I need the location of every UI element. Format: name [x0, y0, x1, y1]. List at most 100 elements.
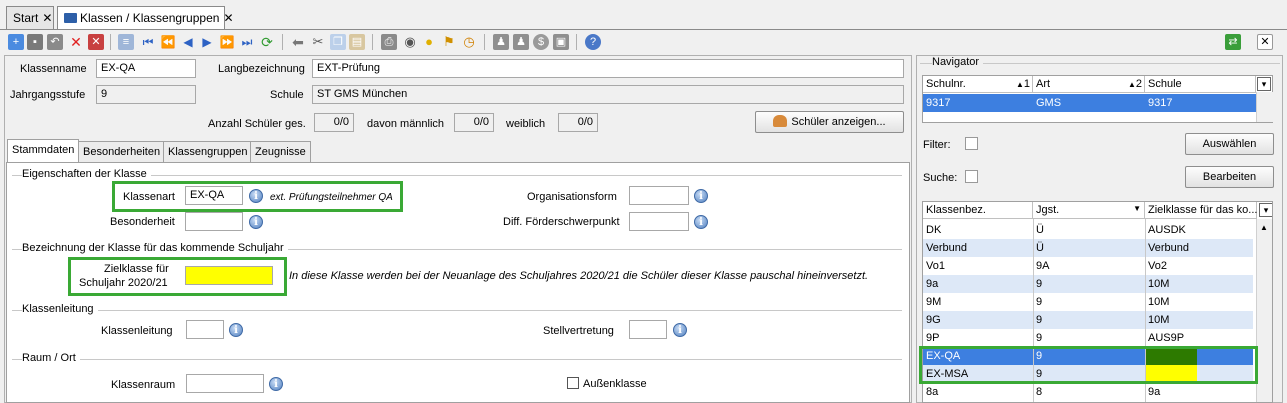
table-row[interactable]: 9M 9 10M: [923, 293, 1253, 311]
cut-icon[interactable]: ✂: [310, 34, 326, 50]
table-row[interactable]: 8a 8 9a: [923, 383, 1253, 401]
export-icon[interactable]: ▣: [553, 34, 569, 50]
tab-start-label: Start: [13, 11, 39, 25]
sync-icon[interactable]: ⇄: [1225, 34, 1241, 50]
prev-icon[interactable]: ◀: [180, 34, 196, 50]
users2-icon[interactable]: ♟: [513, 34, 529, 50]
table-row[interactable]: 9317 GMS 9317: [923, 94, 1257, 112]
header-zielklasse[interactable]: Zielklasse für das ko...: [1145, 202, 1257, 219]
tab-start[interactable]: Start ✕: [6, 6, 54, 29]
zielklasse-input[interactable]: [185, 266, 273, 285]
cell: 9a: [1148, 386, 1161, 398]
tab-klassengruppen[interactable]: Klassengruppen: [163, 141, 253, 162]
header-art[interactable]: Art ▲2: [1033, 76, 1145, 93]
help-icon[interactable]: ?: [585, 34, 601, 50]
next-icon[interactable]: ▶: [199, 34, 215, 50]
delete-icon[interactable]: ✕: [68, 34, 84, 50]
users-icon[interactable]: ♟: [493, 34, 509, 50]
filter-checkbox[interactable]: [965, 137, 978, 150]
info-icon[interactable]: i: [249, 215, 263, 229]
besonderheit-input[interactable]: [185, 212, 243, 231]
coin-icon[interactable]: $: [533, 34, 549, 50]
klassenname-input[interactable]: EX-QA: [96, 59, 196, 78]
navigator-title: Navigator: [932, 56, 984, 68]
cell: 9317: [1148, 97, 1173, 109]
scrollbar[interactable]: ▲: [1256, 219, 1272, 402]
besonderheit-label: Besonderheit: [110, 216, 175, 228]
preview-icon[interactable]: ◉: [402, 34, 418, 50]
tabstrip-line: [0, 29, 1287, 30]
new-icon[interactable]: +: [8, 34, 24, 50]
save-icon[interactable]: ▪: [27, 34, 43, 50]
tab-zeugnisse[interactable]: Zeugnisse: [250, 141, 311, 162]
prev-page-icon[interactable]: ⏪: [160, 34, 176, 50]
table-row[interactable]: Vo1 9A Vo2: [923, 257, 1253, 275]
last-icon[interactable]: ⏭: [239, 34, 255, 50]
info-icon[interactable]: i: [694, 189, 708, 203]
info-icon[interactable]: i: [229, 323, 243, 337]
header-schulnr[interactable]: Schulnr. ▲1: [923, 76, 1033, 93]
next-page-icon[interactable]: ⏩: [219, 34, 235, 50]
tab-klassen[interactable]: Klassen / Klassengruppen ✕: [57, 6, 234, 30]
close-icon[interactable]: ✕: [223, 11, 233, 25]
cell: DK: [926, 224, 942, 236]
sort-desc-icon: ▼: [1133, 204, 1141, 213]
clock-icon[interactable]: ◷: [461, 34, 477, 50]
info-icon[interactable]: i: [694, 215, 708, 229]
tab-zeugnisse-label: Zeugnisse: [255, 146, 306, 158]
table-row[interactable]: 9a 9 10M: [923, 275, 1253, 293]
header-klassenbez[interactable]: Klassenbez.: [923, 202, 1033, 219]
maennlich-value: 0/0: [454, 113, 494, 132]
table-row[interactable]: DK Ü AUSDK: [923, 221, 1253, 239]
klassenleitung-label: Klassenleitung: [101, 325, 173, 337]
klassenleitung-input[interactable]: [186, 320, 224, 339]
paste-icon[interactable]: ▤: [349, 34, 365, 50]
auswaehlen-button[interactable]: Auswählen: [1185, 133, 1274, 155]
organisationsform-input[interactable]: [629, 186, 689, 205]
list-icon[interactable]: ≡: [118, 34, 134, 50]
scrollbar[interactable]: [1256, 92, 1273, 122]
print-icon[interactable]: ⎙: [381, 34, 397, 50]
tab-stammdaten[interactable]: Stammdaten: [7, 139, 80, 163]
sort-asc-icon: ▲1: [1015, 78, 1030, 90]
close-icon[interactable]: ✕: [42, 11, 52, 25]
langbezeichnung-input[interactable]: EXT-Prüfung: [312, 59, 904, 78]
broom-icon[interactable]: ⚑: [441, 34, 457, 50]
refresh-icon[interactable]: ⟳: [259, 34, 275, 50]
delete-all-icon[interactable]: ✕: [88, 34, 104, 50]
tab-besonderheiten[interactable]: Besonderheiten: [78, 141, 166, 162]
jahrgangsstufe-input[interactable]: 9: [96, 85, 196, 104]
diff-input[interactable]: [629, 212, 689, 231]
suche-checkbox[interactable]: [965, 170, 978, 183]
header-label: Jgst.: [1036, 204, 1060, 216]
separator: [576, 34, 577, 50]
schueler-anzeigen-button[interactable]: Schüler anzeigen...: [755, 111, 904, 133]
bulb-icon[interactable]: ●: [421, 34, 437, 50]
table-row[interactable]: 9G 9 10M: [923, 311, 1253, 329]
stellvertretung-input[interactable]: [629, 320, 667, 339]
scroll-up-icon[interactable]: ▲: [1260, 223, 1268, 232]
table-row[interactable]: 9P 9 AUS9P: [923, 329, 1253, 347]
column-chooser-icon[interactable]: ▾: [1257, 77, 1271, 91]
klassenname-label: Klassenname: [20, 63, 87, 75]
anzahl-value: 0/0: [314, 113, 354, 132]
info-icon[interactable]: i: [673, 323, 687, 337]
info-icon[interactable]: i: [269, 377, 283, 391]
close-panel-icon[interactable]: ✕: [1257, 34, 1273, 50]
aussenklasse-checkbox[interactable]: [567, 377, 579, 389]
first-icon[interactable]: ⏮: [140, 34, 156, 50]
column-chooser-icon[interactable]: ▾: [1259, 203, 1272, 217]
header-jgst[interactable]: Jgst. ▼: [1033, 202, 1145, 219]
back-icon[interactable]: ⬅: [290, 34, 306, 50]
weiblich-value: 0/0: [558, 113, 598, 132]
table-row[interactable]: Verbund Ü Verbund: [923, 239, 1253, 257]
klassenart-input[interactable]: EX-QA: [185, 186, 243, 205]
schule-input[interactable]: ST GMS München: [312, 85, 904, 104]
klassenraum-input[interactable]: [186, 374, 264, 393]
header-schule[interactable]: Schule: [1145, 76, 1256, 93]
tab-klassengruppen-label: Klassengruppen: [168, 146, 248, 158]
undo-icon[interactable]: ↶: [47, 34, 63, 50]
info-icon[interactable]: i: [249, 189, 263, 203]
bearbeiten-button[interactable]: Bearbeiten: [1185, 166, 1274, 188]
copy-icon[interactable]: ❐: [330, 34, 346, 50]
